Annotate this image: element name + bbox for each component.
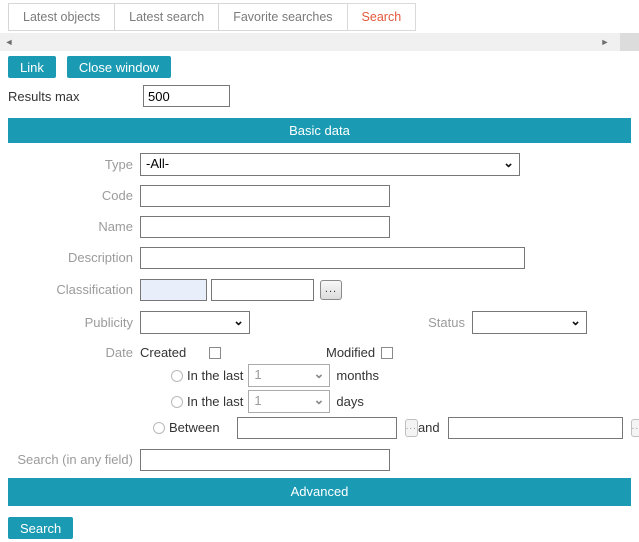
date-last-days-radio[interactable] <box>171 396 183 408</box>
classification-browse-button[interactable]: ... <box>320 280 342 300</box>
publicity-select[interactable]: ⌄ <box>140 311 250 334</box>
classification-text-input[interactable] <box>211 279 314 301</box>
scroll-left-icon[interactable]: ◄ <box>2 33 16 51</box>
status-label: Status <box>428 315 465 330</box>
status-group: Status ⌄ <box>428 311 587 334</box>
date-last-months-suffix: months <box>336 368 379 383</box>
basic-data-section-header[interactable]: Basic data <box>8 118 631 143</box>
name-label: Name <box>8 219 133 234</box>
chevron-down-icon: ⌄ <box>570 313 581 329</box>
date-last-months-row: In the last 1 ⌄ months <box>171 364 631 387</box>
date-between-radio[interactable] <box>153 422 165 434</box>
tab-bar: Latest objects Latest search Favorite se… <box>0 0 639 31</box>
type-label: Type <box>8 157 133 172</box>
description-label: Description <box>8 250 133 265</box>
date-last-months-value: 1 <box>254 367 261 382</box>
date-created-label: Created <box>140 345 203 360</box>
date-between-from-input[interactable] <box>237 417 397 439</box>
tab-latest-objects[interactable]: Latest objects <box>8 3 115 31</box>
date-row: Date Created Modified <box>8 345 631 360</box>
publicity-label: Publicity <box>8 315 133 330</box>
results-max-label: Results max <box>8 89 143 104</box>
search-button-row: Search <box>8 517 631 539</box>
chevron-down-icon: ⌄ <box>503 155 514 171</box>
description-row: Description <box>8 246 631 269</box>
date-last-days-prefix: In the last <box>187 394 243 409</box>
horizontal-scrollbar[interactable]: ◄ ► <box>0 33 639 51</box>
date-created-checkbox[interactable] <box>209 347 221 359</box>
date-between-label: Between <box>169 420 220 435</box>
type-row: Type -All- ⌄ <box>8 153 631 176</box>
type-select[interactable]: -All- ⌄ <box>140 153 520 176</box>
close-window-button[interactable]: Close window <box>67 56 171 78</box>
code-row: Code <box>8 184 631 207</box>
description-input[interactable] <box>140 247 525 269</box>
date-last-days-select[interactable]: 1 ⌄ <box>248 390 330 413</box>
results-max-input[interactable] <box>143 85 230 107</box>
code-label: Code <box>8 188 133 203</box>
name-row: Name <box>8 215 631 238</box>
date-last-days-value: 1 <box>254 393 261 408</box>
chevron-down-icon: ⌄ <box>313 392 324 408</box>
tab-latest-search[interactable]: Latest search <box>114 3 219 31</box>
scrollbar-thumb[interactable] <box>620 33 639 51</box>
link-button[interactable]: Link <box>8 56 56 78</box>
date-label: Date <box>8 345 133 360</box>
advanced-section-header[interactable]: Advanced <box>8 478 631 506</box>
tab-favorite-searches[interactable]: Favorite searches <box>218 3 347 31</box>
status-select[interactable]: ⌄ <box>472 311 587 334</box>
date-last-months-prefix: In the last <box>187 368 243 383</box>
any-field-label: Search (in any field) <box>8 452 133 467</box>
classification-row: Classification ... <box>8 278 631 301</box>
date-last-months-select[interactable]: 1 ⌄ <box>248 364 330 387</box>
code-input[interactable] <box>140 185 390 207</box>
classification-label: Classification <box>8 282 133 297</box>
date-between-to-input[interactable] <box>448 417 623 439</box>
name-input[interactable] <box>140 216 390 238</box>
date-between-and-label: and <box>418 420 440 435</box>
any-field-row: Search (in any field) <box>8 448 631 471</box>
scroll-right-icon[interactable]: ► <box>598 33 612 51</box>
date-last-days-suffix: days <box>336 394 363 409</box>
publicity-status-row: Publicity ⌄ Status ⌄ <box>8 311 631 334</box>
date-modified-label: Modified <box>326 345 375 360</box>
classification-code-input[interactable] <box>140 279 207 301</box>
date-between-row: Between ... and ... <box>153 416 631 439</box>
any-field-input[interactable] <box>140 449 390 471</box>
date-last-days-row: In the last 1 ⌄ days <box>171 390 631 413</box>
chevron-down-icon: ⌄ <box>233 313 244 329</box>
date-last-months-radio[interactable] <box>171 370 183 382</box>
search-button[interactable]: Search <box>8 517 73 539</box>
date-between-to-browse-button[interactable]: ... <box>631 419 639 437</box>
toolbar: Link Close window <box>8 56 631 78</box>
tab-search[interactable]: Search <box>347 3 417 31</box>
date-modified-checkbox[interactable] <box>381 347 393 359</box>
type-select-value: -All- <box>146 156 169 171</box>
chevron-down-icon: ⌄ <box>313 366 324 382</box>
date-between-from-browse-button[interactable]: ... <box>405 419 418 437</box>
results-max-row: Results max <box>8 85 631 107</box>
